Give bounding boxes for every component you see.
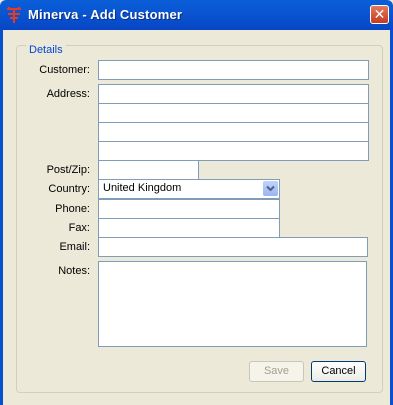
close-icon: ✕ — [373, 6, 386, 22]
country-select[interactable]: United Kingdom — [98, 179, 280, 199]
phone-field[interactable] — [98, 199, 280, 219]
customer-field[interactable] — [98, 60, 369, 80]
fax-label: Fax: — [68, 222, 90, 234]
title-bar[interactable]: Minerva - Add Customer ✕ — [0, 0, 393, 30]
address-line-4-field[interactable] — [98, 141, 369, 161]
window-title: Minerva - Add Customer — [28, 7, 183, 22]
email-field[interactable] — [98, 237, 368, 257]
address-line-3-field[interactable] — [98, 122, 369, 142]
details-group-title: Details — [26, 44, 66, 56]
cancel-button[interactable]: Cancel — [311, 361, 366, 382]
dropdown-button[interactable] — [263, 181, 278, 196]
customer-label: Customer: — [39, 64, 90, 76]
postzip-field[interactable] — [98, 160, 199, 180]
phone-label: Phone: — [55, 203, 90, 215]
save-button[interactable]: Save — [249, 361, 304, 382]
postzip-label: Post/Zip: — [46, 164, 90, 176]
email-label: Email: — [59, 241, 90, 253]
country-label: Country: — [48, 183, 90, 195]
chevron-down-icon — [266, 185, 275, 192]
country-value: United Kingdom — [103, 182, 182, 194]
fax-field[interactable] — [98, 218, 280, 238]
address-label: Address: — [46, 88, 90, 100]
address-line-2-field[interactable] — [98, 103, 369, 123]
address-line-1-field[interactable] — [98, 84, 369, 104]
notes-label: Notes: — [58, 265, 90, 277]
minerva-logo-icon — [7, 7, 21, 23]
notes-field[interactable] — [98, 261, 367, 347]
close-button[interactable]: ✕ — [370, 5, 389, 24]
